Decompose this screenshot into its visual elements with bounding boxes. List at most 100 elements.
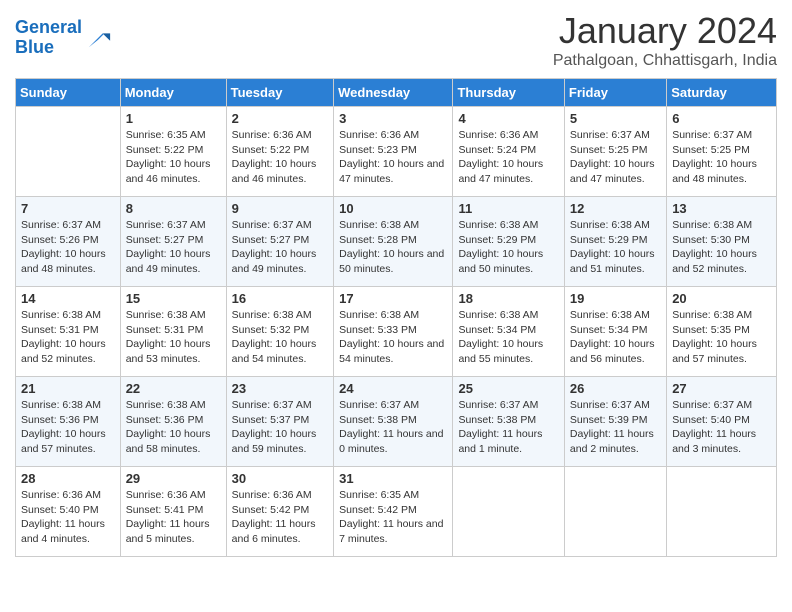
header: General Blue January 2024 Pathalgoan, Ch… (15, 10, 777, 70)
col-header-thursday: Thursday (453, 79, 564, 107)
day-number: 1 (126, 111, 221, 126)
cell-content: Sunrise: 6:37 AMSunset: 5:27 PMDaylight:… (126, 218, 221, 277)
calendar-cell: 13 Sunrise: 6:38 AMSunset: 5:30 PMDayligh… (667, 197, 777, 287)
title-area: January 2024 Pathalgoan, Chhattisgarh, I… (553, 10, 777, 70)
logo: General Blue (15, 18, 112, 58)
cell-content: Sunrise: 6:38 AMSunset: 5:29 PMDaylight:… (458, 218, 558, 277)
cell-content: Sunrise: 6:36 AMSunset: 5:41 PMDaylight:… (126, 488, 221, 547)
cell-content: Sunrise: 6:37 AMSunset: 5:39 PMDaylight:… (570, 398, 661, 457)
day-number: 25 (458, 381, 558, 396)
calendar-cell: 1 Sunrise: 6:35 AMSunset: 5:22 PMDaylight… (120, 107, 226, 197)
calendar-cell: 31Sunrise: 6:35 AMSunset: 5:42 PMDayligh… (334, 467, 453, 557)
calendar-table: SundayMondayTuesdayWednesdayThursdayFrid… (15, 78, 777, 557)
day-number: 9 (232, 201, 329, 216)
day-number: 27 (672, 381, 771, 396)
day-number: 16 (232, 291, 329, 306)
day-number: 17 (339, 291, 447, 306)
cell-content: Sunrise: 6:37 AMSunset: 5:38 PMDaylight:… (339, 398, 447, 457)
calendar-cell: 27 Sunrise: 6:37 AMSunset: 5:40 PMDayligh… (667, 377, 777, 467)
day-number: 21 (21, 381, 115, 396)
cell-content: Sunrise: 6:37 AMSunset: 5:27 PMDaylight:… (232, 218, 329, 277)
day-number: 29 (126, 471, 221, 486)
cell-content: Sunrise: 6:38 AMSunset: 5:31 PMDaylight:… (21, 308, 115, 367)
day-number: 13 (672, 201, 771, 216)
day-number: 10 (339, 201, 447, 216)
cell-content: Sunrise: 6:38 AMSunset: 5:33 PMDaylight:… (339, 308, 447, 367)
calendar-cell: 14 Sunrise: 6:38 AMSunset: 5:31 PMDayligh… (16, 287, 121, 377)
col-header-friday: Friday (564, 79, 666, 107)
cell-content: Sunrise: 6:37 AMSunset: 5:37 PMDaylight:… (232, 398, 329, 457)
calendar-cell: 20Sunrise: 6:38 AMSunset: 5:35 PMDayligh… (667, 287, 777, 377)
calendar-cell: 11 Sunrise: 6:38 AMSunset: 5:29 PMDayligh… (453, 197, 564, 287)
calendar-cell (564, 467, 666, 557)
day-number: 2 (232, 111, 329, 126)
calendar-cell: 28 Sunrise: 6:36 AMSunset: 5:40 PMDayligh… (16, 467, 121, 557)
calendar-cell: 8 Sunrise: 6:37 AMSunset: 5:27 PMDaylight… (120, 197, 226, 287)
cell-content: Sunrise: 6:38 AMSunset: 5:36 PMDaylight:… (21, 398, 115, 457)
calendar-cell: 9 Sunrise: 6:37 AMSunset: 5:27 PMDaylight… (226, 197, 334, 287)
calendar-cell: 26 Sunrise: 6:37 AMSunset: 5:39 PMDayligh… (564, 377, 666, 467)
cell-content: Sunrise: 6:37 AMSunset: 5:25 PMDaylight:… (570, 128, 661, 187)
col-header-sunday: Sunday (16, 79, 121, 107)
calendar-cell: 17 Sunrise: 6:38 AMSunset: 5:33 PMDayligh… (334, 287, 453, 377)
calendar-cell: 25 Sunrise: 6:37 AMSunset: 5:38 PMDayligh… (453, 377, 564, 467)
month-title: January 2024 (553, 10, 777, 52)
calendar-cell: 18 Sunrise: 6:38 AMSunset: 5:34 PMDayligh… (453, 287, 564, 377)
calendar-cell: 4 Sunrise: 6:36 AMSunset: 5:24 PMDaylight… (453, 107, 564, 197)
calendar-cell: 7 Sunrise: 6:37 AMSunset: 5:26 PMDaylight… (16, 197, 121, 287)
cell-content: Sunrise: 6:36 AMSunset: 5:23 PMDaylight:… (339, 128, 447, 187)
calendar-cell: 19Sunrise: 6:38 AMSunset: 5:34 PMDayligh… (564, 287, 666, 377)
calendar-cell: 6Sunrise: 6:37 AMSunset: 5:25 PMDaylight… (667, 107, 777, 197)
calendar-cell: 21 Sunrise: 6:38 AMSunset: 5:36 PMDayligh… (16, 377, 121, 467)
cell-content: Sunrise: 6:37 AMSunset: 5:26 PMDaylight:… (21, 218, 115, 277)
cell-content: Sunrise: 6:36 AMSunset: 5:22 PMDaylight:… (232, 128, 329, 187)
cell-content: Sunrise: 6:36 AMSunset: 5:24 PMDaylight:… (458, 128, 558, 187)
cell-content: Sunrise: 6:37 AMSunset: 5:25 PMDaylight:… (672, 128, 771, 187)
day-number: 18 (458, 291, 558, 306)
day-number: 7 (21, 201, 115, 216)
calendar-cell (16, 107, 121, 197)
day-number: 11 (458, 201, 558, 216)
week-row-5: 28 Sunrise: 6:36 AMSunset: 5:40 PMDayligh… (16, 467, 777, 557)
cell-content: Sunrise: 6:35 AMSunset: 5:22 PMDaylight:… (126, 128, 221, 187)
calendar-cell (667, 467, 777, 557)
cell-content: Sunrise: 6:37 AMSunset: 5:40 PMDaylight:… (672, 398, 771, 457)
calendar-cell: 12Sunrise: 6:38 AMSunset: 5:29 PMDayligh… (564, 197, 666, 287)
calendar-cell: 29 Sunrise: 6:36 AMSunset: 5:41 PMDayligh… (120, 467, 226, 557)
day-number: 24 (339, 381, 447, 396)
col-header-tuesday: Tuesday (226, 79, 334, 107)
col-header-monday: Monday (120, 79, 226, 107)
cell-content: Sunrise: 6:38 AMSunset: 5:34 PMDaylight:… (570, 308, 661, 367)
cell-content: Sunrise: 6:37 AMSunset: 5:38 PMDaylight:… (458, 398, 558, 457)
day-number: 26 (570, 381, 661, 396)
day-number: 8 (126, 201, 221, 216)
day-number: 3 (339, 111, 447, 126)
subtitle: Pathalgoan, Chhattisgarh, India (553, 52, 777, 70)
calendar-cell: 24 Sunrise: 6:37 AMSunset: 5:38 PMDayligh… (334, 377, 453, 467)
week-row-4: 21 Sunrise: 6:38 AMSunset: 5:36 PMDayligh… (16, 377, 777, 467)
day-number: 4 (458, 111, 558, 126)
cell-content: Sunrise: 6:35 AMSunset: 5:42 PMDaylight:… (339, 488, 447, 547)
cell-content: Sunrise: 6:38 AMSunset: 5:34 PMDaylight:… (458, 308, 558, 367)
cell-content: Sunrise: 6:38 AMSunset: 5:28 PMDaylight:… (339, 218, 447, 277)
day-number: 15 (126, 291, 221, 306)
day-number: 12 (570, 201, 661, 216)
header-row: SundayMondayTuesdayWednesdayThursdayFrid… (16, 79, 777, 107)
logo-icon (84, 24, 112, 52)
calendar-cell (453, 467, 564, 557)
cell-content: Sunrise: 6:36 AMSunset: 5:40 PMDaylight:… (21, 488, 115, 547)
calendar-cell: 10 Sunrise: 6:38 AMSunset: 5:28 PMDayligh… (334, 197, 453, 287)
day-number: 28 (21, 471, 115, 486)
calendar-cell: 2 Sunrise: 6:36 AMSunset: 5:22 PMDaylight… (226, 107, 334, 197)
week-row-2: 7 Sunrise: 6:37 AMSunset: 5:26 PMDaylight… (16, 197, 777, 287)
cell-content: Sunrise: 6:38 AMSunset: 5:36 PMDaylight:… (126, 398, 221, 457)
calendar-cell: 30Sunrise: 6:36 AMSunset: 5:42 PMDayligh… (226, 467, 334, 557)
day-number: 22 (126, 381, 221, 396)
cell-content: Sunrise: 6:38 AMSunset: 5:30 PMDaylight:… (672, 218, 771, 277)
cell-content: Sunrise: 6:38 AMSunset: 5:31 PMDaylight:… (126, 308, 221, 367)
day-number: 5 (570, 111, 661, 126)
cell-content: Sunrise: 6:38 AMSunset: 5:35 PMDaylight:… (672, 308, 771, 367)
week-row-3: 14 Sunrise: 6:38 AMSunset: 5:31 PMDayligh… (16, 287, 777, 377)
day-number: 23 (232, 381, 329, 396)
day-number: 14 (21, 291, 115, 306)
